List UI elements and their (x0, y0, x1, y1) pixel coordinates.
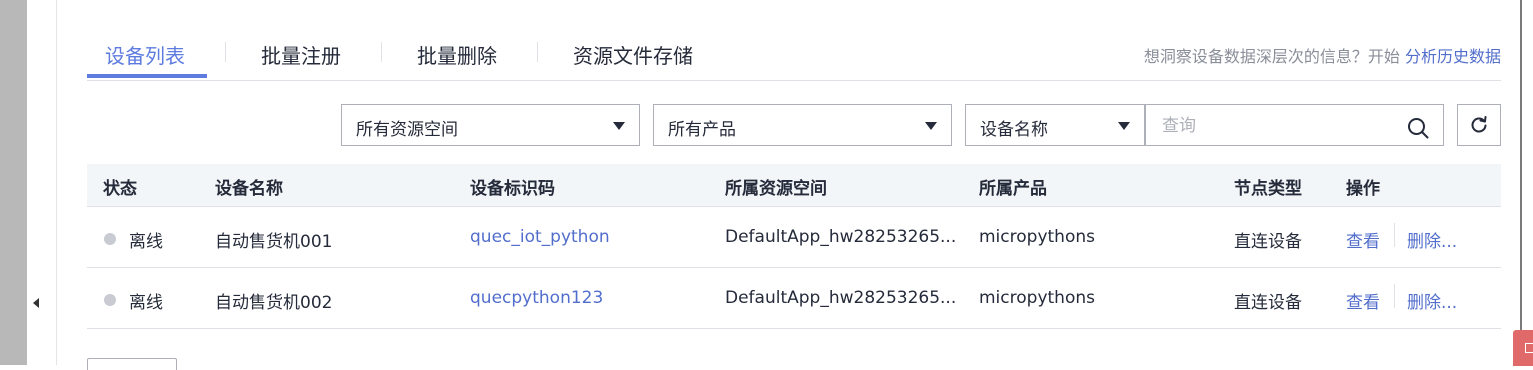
tab-separator (537, 42, 538, 62)
resource-space-select[interactable]: 所有资源空间 (341, 104, 640, 146)
tab-bar: 设备列表 批量注册 批量删除 资源文件存储 想洞察设备数据深层次的信息？开始 分… (87, 30, 1501, 81)
device-name: 自动售货机002 (215, 293, 333, 313)
caret-down-icon (925, 122, 937, 130)
analyze-history-link[interactable]: 分析历史数据 (1405, 47, 1501, 66)
column-header-device-name: 设备名称 (215, 179, 283, 199)
column-header-identifier: 设备标识码 (470, 179, 555, 199)
node-type: 直连设备 (1234, 293, 1302, 313)
search-icon[interactable] (1407, 117, 1429, 139)
content-divider (56, 0, 57, 365)
tab-separator (381, 42, 382, 62)
status-text: 离线 (129, 232, 163, 252)
delete-link[interactable]: 删除... (1407, 227, 1457, 252)
insight-prefix: 想洞察设备数据深层次的信息？开始 (1143, 47, 1400, 66)
action-separator (1394, 223, 1395, 247)
resource-space: DefaultApp_hw28253265... (725, 288, 957, 308)
status-text: 离线 (129, 293, 163, 313)
tab-batch-register[interactable]: 批量注册 (261, 40, 341, 69)
device-name: 自动售货机001 (215, 232, 333, 252)
product-name: micropythons (979, 288, 1095, 308)
table-header: 状态 设备名称 设备标识码 所属资源空间 所属产品 节点类型 操作 (87, 164, 1501, 207)
tab-separator (225, 42, 226, 62)
side-gray-strip (0, 0, 27, 365)
column-header-actions: 操作 (1346, 179, 1380, 199)
search-box (1145, 104, 1444, 146)
active-tab-indicator (87, 74, 207, 78)
device-identifier-link[interactable]: quec_iot_python (470, 227, 610, 247)
search-field-value: 设备名称 (980, 120, 1048, 140)
product-value: 所有产品 (668, 120, 736, 140)
column-header-resource-space: 所属资源空间 (725, 179, 827, 199)
status-offline-dot (104, 233, 116, 245)
tab-resource-file-storage[interactable]: 资源文件存储 (573, 40, 693, 69)
resource-space-value: 所有资源空间 (356, 120, 458, 140)
table-row: 离线 自动售货机002 quecpython123 DefaultApp_hw2… (87, 268, 1501, 329)
insight-hint: 想洞察设备数据深层次的信息？开始 分析历史数据 (1144, 43, 1501, 67)
node-type: 直连设备 (1234, 232, 1302, 252)
device-identifier-link[interactable]: quecpython123 (470, 288, 603, 308)
refresh-button[interactable] (1457, 104, 1501, 146)
caret-down-icon (1118, 122, 1130, 130)
view-link[interactable]: 查看 (1346, 288, 1380, 313)
product-name: micropythons (979, 227, 1095, 247)
device-table: 状态 设备名称 设备标识码 所属资源空间 所属产品 节点类型 操作 离线 自动售… (87, 164, 1501, 329)
delete-link[interactable]: 删除... (1407, 288, 1457, 313)
status-offline-dot (104, 294, 116, 306)
search-input[interactable] (1160, 113, 1394, 139)
chevron-left-icon[interactable] (33, 298, 39, 308)
pagination-select[interactable] (87, 358, 177, 370)
floating-feedback-button[interactable] (1513, 330, 1533, 366)
feedback-icon (1525, 343, 1533, 353)
view-link[interactable]: 查看 (1346, 227, 1380, 252)
tab-batch-delete[interactable]: 批量删除 (417, 40, 497, 69)
table-row: 离线 自动售货机001 quec_iot_python DefaultApp_h… (87, 207, 1501, 268)
column-header-product: 所属产品 (979, 179, 1047, 199)
caret-down-icon (613, 122, 625, 130)
product-select[interactable]: 所有产品 (653, 104, 952, 146)
window-edge (1520, 0, 1522, 365)
column-header-node-type: 节点类型 (1234, 179, 1302, 199)
column-header-status: 状态 (103, 179, 137, 199)
resource-space: DefaultApp_hw28253265... (725, 227, 957, 247)
tab-device-list[interactable]: 设备列表 (105, 40, 185, 69)
action-separator (1394, 284, 1395, 308)
refresh-icon (1471, 116, 1487, 133)
search-field-select[interactable]: 设备名称 (965, 104, 1145, 146)
